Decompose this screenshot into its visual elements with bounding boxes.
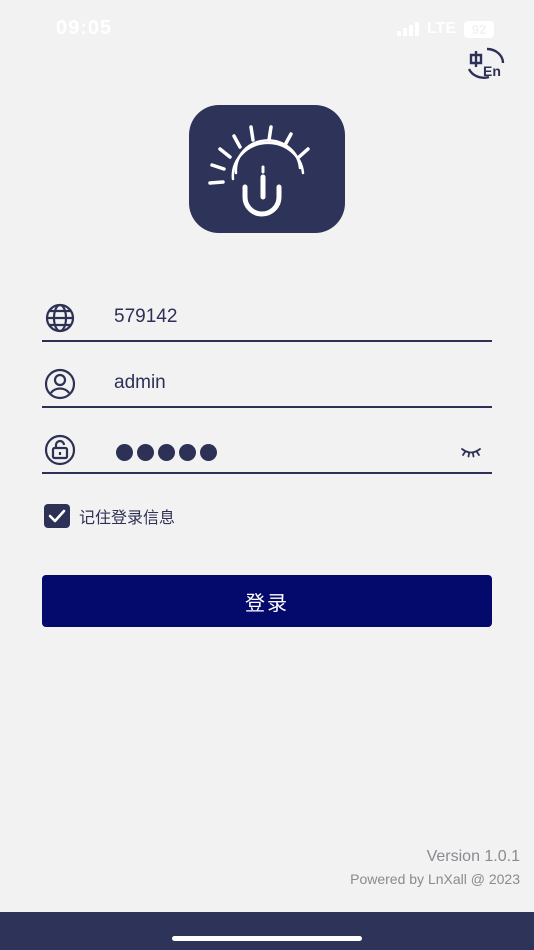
remember-checkbox[interactable] bbox=[44, 504, 70, 528]
status-bar: 09:05 LTE 92 bbox=[0, 0, 534, 58]
password-dot bbox=[137, 444, 154, 461]
checkmark-icon bbox=[48, 509, 66, 523]
signal-icon bbox=[396, 22, 419, 36]
language-zh-en-icon: En bbox=[467, 47, 505, 79]
lock-icon bbox=[44, 434, 76, 466]
remember-label: 记住登录信息 bbox=[79, 510, 176, 527]
status-indicators: LTE 92 bbox=[396, 20, 494, 38]
username-field[interactable]: admin bbox=[42, 362, 492, 408]
version-text: Version 1.0.1 bbox=[426, 848, 520, 865]
language-toggle-button[interactable]: En bbox=[463, 45, 507, 81]
login-button[interactable]: 登录 bbox=[42, 575, 492, 627]
password-dot bbox=[116, 444, 133, 461]
password-dot bbox=[179, 444, 196, 461]
account-field[interactable]: 579142 bbox=[42, 296, 492, 342]
status-time: 09:05 bbox=[56, 17, 113, 39]
user-circle-icon bbox=[44, 368, 76, 400]
account-input[interactable]: 579142 bbox=[114, 306, 177, 328]
password-field[interactable] bbox=[42, 428, 492, 474]
app-logo bbox=[189, 105, 345, 233]
login-button-label: 登录 bbox=[245, 592, 289, 615]
password-input[interactable] bbox=[116, 444, 217, 461]
username-input[interactable]: admin bbox=[114, 372, 166, 394]
eye-closed-icon[interactable] bbox=[460, 445, 482, 459]
remember-login-option[interactable]: 记住登录信息 bbox=[44, 504, 175, 528]
password-dot bbox=[200, 444, 217, 461]
svg-text:En: En bbox=[483, 63, 501, 79]
home-indicator[interactable] bbox=[172, 936, 362, 941]
bottom-bar bbox=[0, 912, 534, 950]
powered-by-text: Powered by LnXall @ 2023 bbox=[350, 871, 520, 887]
network-type: LTE bbox=[426, 20, 456, 37]
globe-icon bbox=[45, 303, 75, 333]
password-dot bbox=[158, 444, 175, 461]
battery-indicator: 92 bbox=[464, 20, 494, 38]
app-logo-u-sunrise bbox=[208, 125, 310, 217]
